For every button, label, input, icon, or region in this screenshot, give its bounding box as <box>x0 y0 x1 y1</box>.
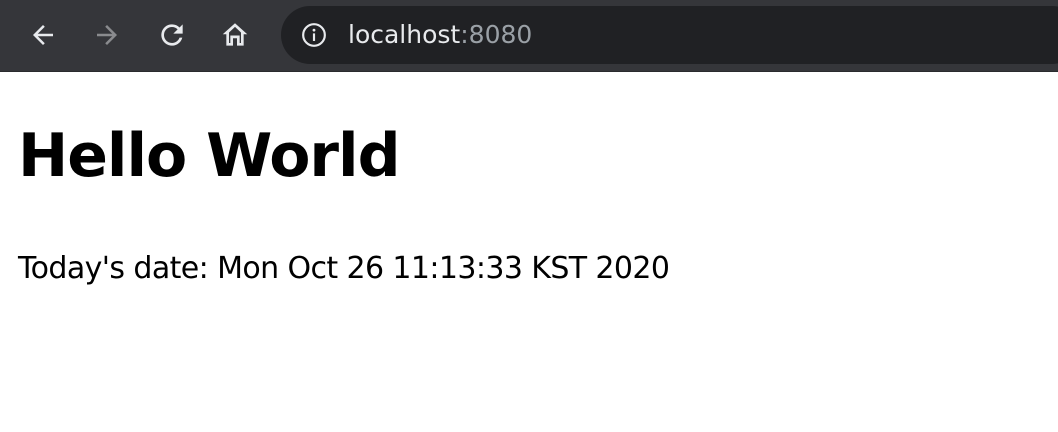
reload-button[interactable] <box>151 14 193 56</box>
date-text: Today's date: Mon Oct 26 11:13:33 KST 20… <box>18 251 670 286</box>
url-text[interactable]: localhost:8080 <box>348 17 532 53</box>
browser-toolbar: localhost:8080 <box>0 0 1058 72</box>
back-button[interactable] <box>22 14 64 56</box>
arrow-right-icon <box>97 25 117 45</box>
info-circle-icon[interactable] <box>301 22 327 48</box>
address-bar[interactable]: localhost:8080 <box>281 6 1058 64</box>
page-title: Hello World <box>18 121 401 191</box>
forward-button[interactable] <box>86 14 128 56</box>
reload-icon <box>161 24 183 46</box>
arrow-left-icon <box>33 25 53 45</box>
home-icon <box>222 23 248 46</box>
url-host: localhost <box>348 20 461 49</box>
home-button[interactable] <box>214 14 256 56</box>
url-port: :8080 <box>460 20 533 49</box>
